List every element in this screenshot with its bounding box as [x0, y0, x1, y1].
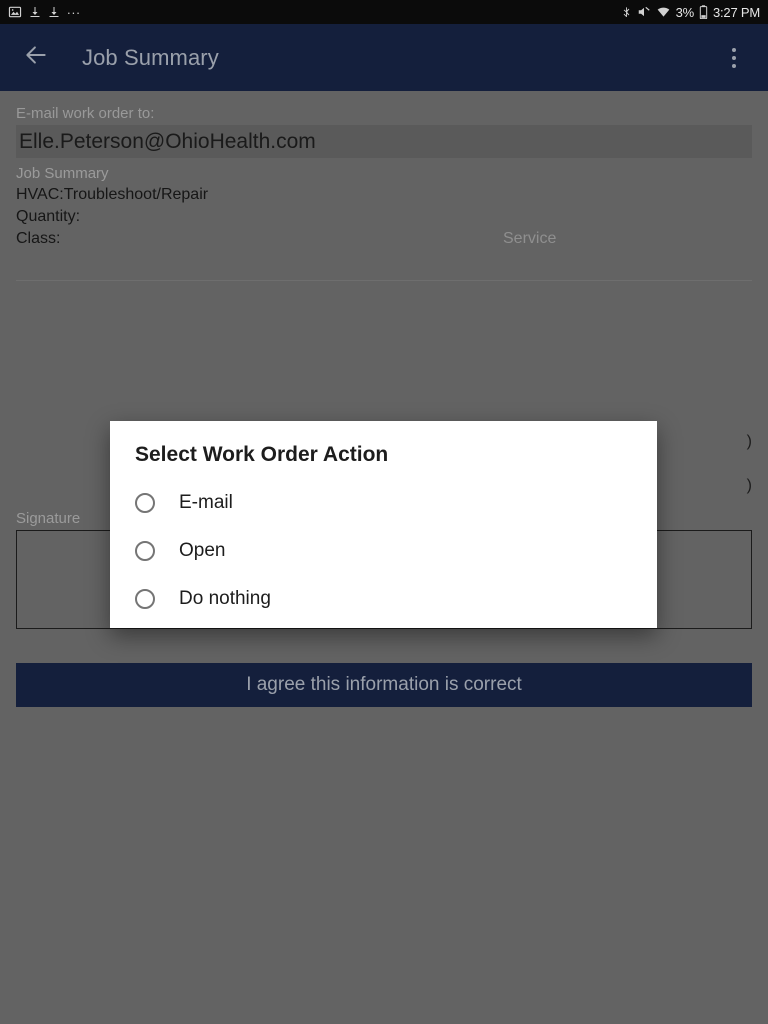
screenshot-image-icon [8, 5, 22, 19]
status-bar-left: ... [8, 1, 81, 19]
wifi-icon [656, 5, 671, 19]
class-label: Class: [16, 230, 61, 247]
clock-label: 3:27 PM [712, 4, 760, 20]
battery-icon [699, 5, 708, 19]
work-order-action-dialog: Select Work Order Action E-mail Open Do … [110, 421, 657, 628]
radio-icon [135, 541, 155, 561]
status-bar: ... 3% 3:27 PM [0, 0, 768, 24]
class-value: Service [503, 230, 557, 247]
volume-muted-icon [637, 5, 651, 19]
app-bar: Job Summary [0, 24, 768, 91]
download-icon [48, 5, 60, 19]
back-button[interactable] [12, 34, 60, 82]
quantity-label: Quantity: [16, 208, 81, 225]
radio-icon [135, 493, 155, 513]
status-bar-right: 3% 3:27 PM [621, 5, 760, 19]
screen-root: ... 3% 3:27 PM Job Summary E-mail work o… [0, 0, 768, 1024]
email-input[interactable]: Elle.Peterson@OhioHealth.com [16, 125, 752, 158]
back-arrow-icon [23, 42, 49, 73]
overflow-menu-button[interactable] [714, 34, 754, 82]
page-title: Job Summary [82, 44, 219, 70]
radio-option-open[interactable]: Open [110, 527, 657, 575]
class-row: Class: Service [16, 228, 752, 250]
summary-divider [16, 280, 752, 281]
job-summary-section-label: Job Summary [16, 165, 109, 182]
radio-option-label: Open [179, 540, 226, 561]
dialog-title: Select Work Order Action [135, 443, 389, 466]
radio-option-email[interactable]: E-mail [110, 479, 657, 527]
occluded-value-2: ) [746, 477, 752, 494]
radio-icon [135, 589, 155, 609]
radio-option-do-nothing[interactable]: Do nothing [110, 575, 657, 623]
radio-option-label: E-mail [179, 492, 233, 513]
agree-button[interactable]: I agree this information is correct [16, 663, 752, 707]
occluded-value-1: ) [746, 433, 752, 450]
signature-label: Signature [16, 510, 81, 527]
task-description: HVAC:Troubleshoot/Repair [16, 186, 209, 203]
battery-percent-label: 3% [675, 4, 695, 20]
radio-option-label: Do nothing [179, 588, 271, 609]
quantity-row: Quantity: [16, 206, 752, 228]
status-more-icon: ... [67, 1, 81, 17]
overflow-menu-icon [732, 47, 736, 68]
download-icon [29, 5, 41, 19]
email-field-label: E-mail work order to: [16, 105, 155, 122]
bluetooth-icon [621, 5, 632, 19]
